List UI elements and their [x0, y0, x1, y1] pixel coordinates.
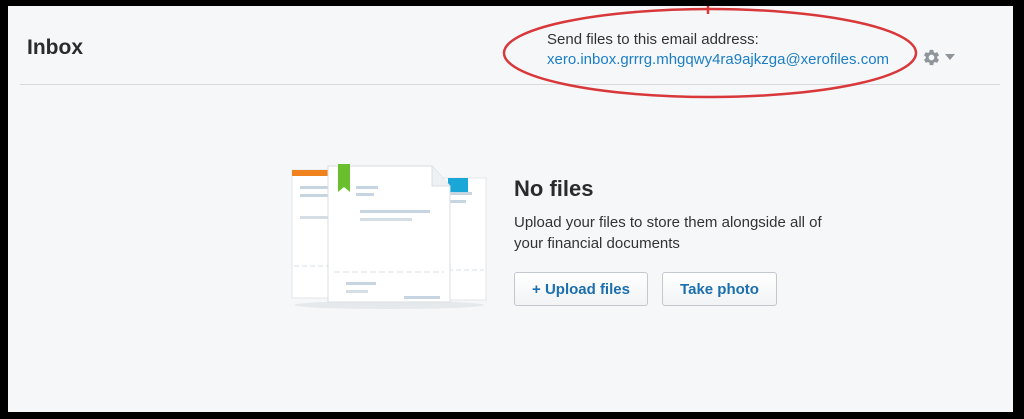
empty-state-title: No files: [514, 176, 594, 201]
settings-menu-button[interactable]: [922, 47, 955, 67]
inbox-email-link[interactable]: xero.inbox.grrrg.mhgqwy4ra9ajkzga@xerofi…: [547, 50, 889, 70]
page-title: Inbox: [27, 36, 83, 59]
inbox-header: Inbox Send files to this email address: …: [8, 6, 1013, 86]
header-divider: [20, 84, 1000, 85]
gear-icon: [924, 49, 939, 65]
document-front-icon: [327, 164, 451, 303]
email-info: Send files to this email address: xero.i…: [547, 30, 889, 70]
caret-down-icon: [945, 54, 955, 60]
empty-state-description: Upload your files to store them alongsid…: [514, 214, 822, 252]
email-label: Send files to this email address:: [547, 31, 759, 48]
upload-files-button[interactable]: + Upload files: [514, 272, 648, 306]
take-photo-button[interactable]: Take photo: [662, 272, 777, 306]
documents-illustration: [291, 164, 487, 309]
inbox-panel: Inbox Send files to this email address: …: [8, 6, 1013, 412]
